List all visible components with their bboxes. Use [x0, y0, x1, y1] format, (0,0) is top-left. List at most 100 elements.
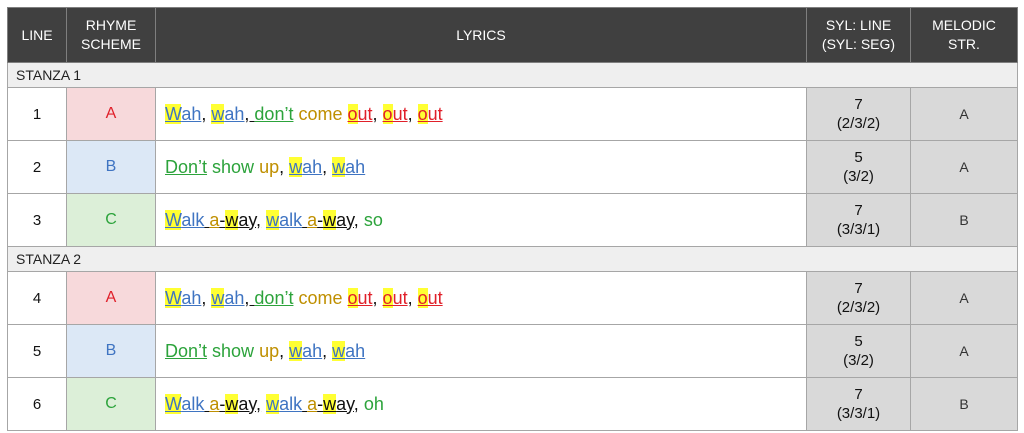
lyric-segment: ay,: [238, 393, 262, 414]
syllables-per-segment: (3/3/1): [836, 221, 881, 238]
lyric-segment: o: [347, 103, 358, 124]
rhyme-scheme-cell: C: [66, 377, 156, 431]
lyric-segment: alk: [279, 209, 303, 230]
lyric-segment: W: [165, 209, 182, 230]
header-rhyme-scheme-label: RHYME SCHEME: [81, 17, 141, 52]
rhyme-scheme-cell: A: [66, 271, 156, 325]
lyric-segment: w: [211, 287, 225, 308]
lyric-segment: w: [323, 393, 337, 414]
lyric-segment: don’t: [254, 103, 294, 124]
lyric-segment: ,: [322, 156, 333, 177]
lyric-segment: ,: [279, 156, 290, 177]
syllables-per-line: 7: [854, 386, 863, 403]
header-rhyme-scheme: RHYME SCHEME: [66, 7, 156, 63]
rhyme-scheme-cell: A: [66, 87, 156, 141]
syllable-count-cell: 5 (3/2): [806, 140, 911, 194]
lyric-segment: ah: [345, 156, 366, 177]
syllables-per-line: 7: [854, 280, 863, 297]
lyric-segment: w: [225, 209, 239, 230]
lyric-segment: come: [293, 103, 348, 124]
melodic-structure-cell: A: [910, 324, 1018, 378]
syllables-per-line: 5: [854, 333, 863, 350]
lyric-segment: o: [347, 287, 358, 308]
lyric-segment: Don’t: [165, 340, 208, 361]
line-number: 1: [7, 87, 67, 141]
lyric-segment: ,: [322, 340, 333, 361]
lyric-segment: ut: [357, 103, 373, 124]
header-syllables-label: SYL: LINE (SYL: SEG): [821, 17, 896, 52]
lyric-segment: ah: [224, 103, 245, 124]
lyrics-cell: Don’t show up, wah, wah: [155, 324, 807, 378]
lyric-segment: ay,: [336, 209, 359, 230]
lyric-segment: ut: [392, 287, 408, 308]
stanza-title: STANZA 1: [7, 62, 1018, 88]
lyrics-analysis-table: LINE RHYME SCHEME LYRICS SYL: LINE (SYL:…: [7, 7, 1018, 431]
lyric-segment: o: [382, 287, 393, 308]
lyric-segment: ah: [302, 340, 323, 361]
header-line: LINE: [7, 7, 67, 63]
syllables-per-segment: (2/3/2): [836, 115, 881, 132]
syllables-per-segment: (2/3/2): [836, 299, 881, 316]
line-number: 4: [7, 271, 67, 325]
stanza-title: STANZA 2: [7, 246, 1018, 272]
lyrics-cell: Walk a-way, walk a-way, so: [155, 193, 807, 247]
syllable-count-cell: 7 (2/3/2): [806, 87, 911, 141]
lyric-segment: w: [289, 156, 303, 177]
lyric-segment: show: [207, 340, 260, 361]
lyric-segment: ,: [372, 103, 383, 124]
lyric-segment: o: [417, 287, 428, 308]
lyric-segment: o: [417, 103, 428, 124]
line-number: 6: [7, 377, 67, 431]
rhyme-scheme-cell: C: [66, 193, 156, 247]
melodic-structure-cell: B: [910, 193, 1018, 247]
lyrics-analysis-table-wrapper: LINE RHYME SCHEME LYRICS SYL: LINE (SYL:…: [7, 7, 1018, 431]
header-lyrics: LYRICS: [155, 7, 807, 63]
lyric-segment: W: [165, 287, 182, 308]
lyric-segment: Don’t: [165, 156, 208, 177]
lyric-segment: W: [165, 393, 182, 414]
syllable-count-cell: 7 (3/3/1): [806, 193, 911, 247]
melodic-structure-cell: B: [910, 377, 1018, 431]
lyric-segment: w: [323, 209, 337, 230]
lyric-segment: o: [382, 103, 393, 124]
lyric-segment: ah: [302, 156, 323, 177]
lyric-segment: w: [266, 209, 280, 230]
lyric-segment: so: [358, 209, 383, 230]
lyric-segment: up: [259, 340, 280, 361]
syllables-per-line: 7: [854, 96, 863, 113]
header-syllables: SYL: LINE (SYL: SEG): [806, 7, 911, 63]
melodic-structure-cell: A: [910, 87, 1018, 141]
lyric-segment: w: [211, 103, 225, 124]
syllables-per-segment: (3/3/1): [836, 405, 881, 422]
syllables-per-segment: (3/2): [843, 168, 874, 185]
lyric-segment: w: [332, 340, 346, 361]
lyric-segment: ut: [427, 103, 443, 124]
table-row: 2 B Don’t show up, wah, wah 5 (3/2) A: [7, 140, 1018, 194]
lyric-segment: ,: [279, 340, 290, 361]
lyric-segment: up: [259, 156, 280, 177]
lyric-segment: alk: [181, 393, 205, 414]
lyric-segment: oh: [358, 393, 384, 414]
lyric-segment: w: [266, 393, 280, 414]
table-row: 5 B Don’t show up, wah, wah 5 (3/2) A: [7, 324, 1018, 378]
lyric-segment: ,: [201, 103, 212, 124]
lyric-segment: come: [293, 287, 348, 308]
lyric-segment: W: [165, 103, 182, 124]
lyric-segment: ,: [244, 287, 255, 308]
rhyme-scheme-cell: B: [66, 140, 156, 194]
lyric-segment: ut: [392, 103, 408, 124]
table-row: 3 C Walk a-way, walk a-way, so 7 (3/3/1) B: [7, 193, 1018, 247]
line-number: 3: [7, 193, 67, 247]
lyric-segment: alk: [279, 393, 303, 414]
lyric-segment: ah: [345, 340, 366, 361]
lyric-segment: a: [209, 393, 220, 414]
lyric-segment: ,: [372, 287, 383, 308]
lyric-segment: show: [207, 156, 260, 177]
line-number: 2: [7, 140, 67, 194]
lyric-segment: w: [225, 393, 239, 414]
melodic-structure-cell: A: [910, 140, 1018, 194]
syllable-count-cell: 7 (2/3/2): [806, 271, 911, 325]
lyric-segment: a: [307, 209, 318, 230]
table-row: 1 A Wah, wah, don’t come out, out, out 7 (2/…: [7, 87, 1018, 141]
header-melodic-structure-label: MELODIC STR.: [932, 17, 996, 52]
